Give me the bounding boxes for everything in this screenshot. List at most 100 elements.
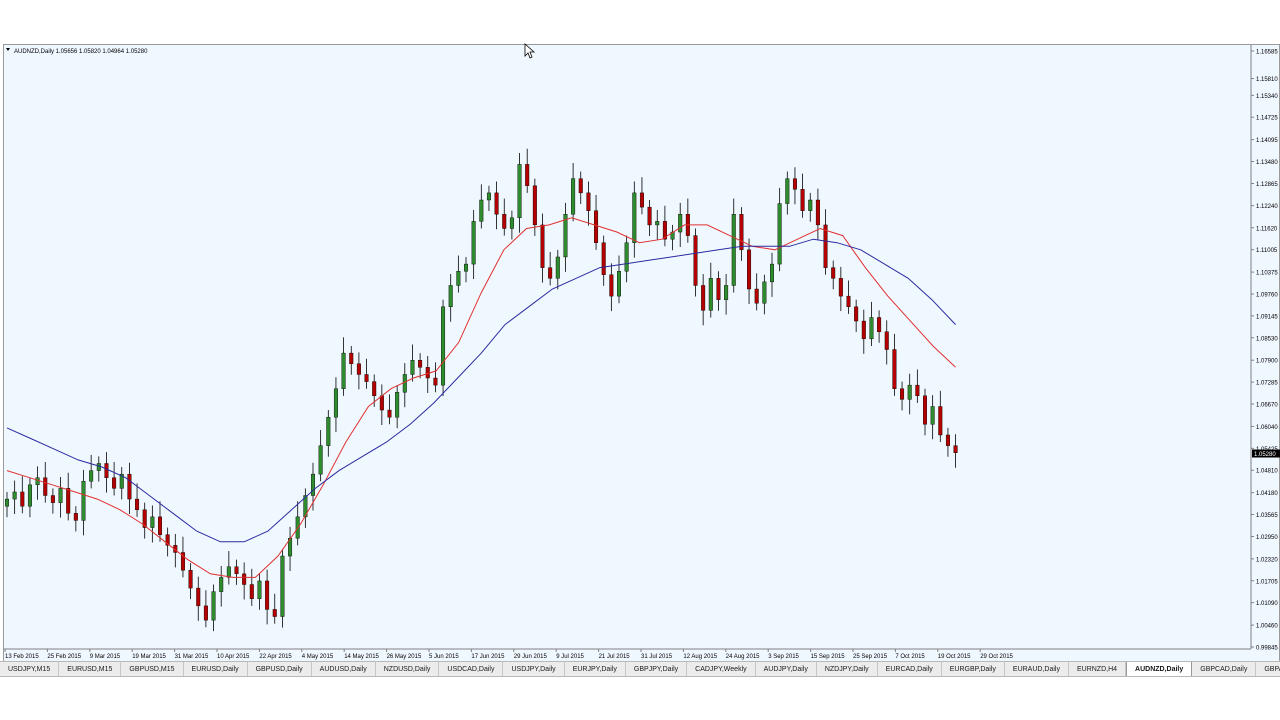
candle-body	[333, 388, 338, 418]
candle-body	[532, 185, 537, 226]
candle-body	[877, 317, 882, 332]
price-tick-label: 0.99845	[1256, 646, 1278, 652]
candle-body	[272, 609, 277, 617]
candle-body	[387, 409, 392, 418]
candle-body	[89, 470, 94, 482]
candle-body	[770, 263, 775, 283]
mouse-cursor-icon	[524, 43, 536, 59]
candle-body	[915, 384, 920, 397]
candle-body	[341, 352, 346, 389]
date-tick-label: 24 Aug 2015	[726, 654, 760, 660]
candle-body	[861, 320, 866, 340]
price-chart[interactable]: AUDNZD,Daily 1.05656 1.05820 1.04964 1.0…	[4, 45, 1280, 663]
candle-body	[448, 285, 453, 308]
tab-usdjpy-daily[interactable]: USDJPY,Daily	[503, 662, 565, 676]
candle-body	[12, 491, 17, 500]
candle-body	[73, 513, 78, 521]
candle-body	[135, 498, 140, 510]
price-tick-label: 1.10375	[1256, 271, 1278, 277]
tab-eurnzd-h4[interactable]: EURNZD,H4	[1069, 662, 1127, 676]
price-tick-label: 1.04810	[1256, 469, 1278, 475]
tab-gbpcad-daily[interactable]: GBPCAD,Daily	[1192, 662, 1257, 676]
candle-body	[471, 221, 476, 265]
price-tick-label: 1.07285	[1256, 381, 1278, 387]
candle-body	[869, 317, 874, 340]
tab-euraud-daily[interactable]: EURAUD,Daily	[1005, 662, 1069, 676]
date-tick-label: 9 Mar 2015	[90, 654, 121, 660]
candle-body	[617, 271, 622, 297]
tab-eurjpy-daily[interactable]: EURJPY,Daily	[565, 662, 626, 676]
candle-body	[349, 352, 354, 364]
date-tick-label: 26 May 2015	[387, 654, 422, 660]
tab-usdcad-daily[interactable]: USDCAD,Daily	[439, 662, 504, 676]
candle-body	[81, 481, 86, 521]
date-tick-label: 31 Jul 2015	[641, 654, 673, 660]
candle-body	[402, 374, 407, 393]
candle-body	[831, 267, 836, 279]
price-tick-label: 1.11005	[1256, 248, 1278, 254]
candle-body	[739, 214, 744, 251]
candle-body	[20, 491, 25, 507]
candle-body	[624, 242, 629, 272]
candle-body	[242, 573, 247, 585]
tab-audjpy-daily[interactable]: AUDJPY,Daily	[756, 662, 817, 676]
date-tick-label: 31 Mar 2015	[175, 654, 209, 660]
tab-eurusd-daily[interactable]: EURUSD,Daily	[184, 662, 248, 676]
candle-body	[525, 164, 530, 186]
tab-nzdjpy-daily[interactable]: NZDJPY,Daily	[817, 662, 878, 676]
candle-body	[456, 271, 461, 286]
candle-body	[157, 516, 162, 535]
candle-body	[701, 285, 706, 311]
tab-audusd-daily[interactable]: AUDUSD,Daily	[312, 662, 376, 676]
chart-window[interactable]: AUDNZD,Daily 1.05656 1.05820 1.04964 1.0…	[3, 44, 1280, 662]
tab-gbpusd-m15[interactable]: GBPUSD,M15	[121, 662, 184, 676]
tab-audnzd-daily[interactable]: AUDNZD,Daily	[1126, 662, 1193, 676]
candle-body	[647, 206, 652, 226]
date-tick-label: 3 Sep 2015	[768, 654, 799, 660]
candle-body	[540, 224, 545, 268]
tab-nzdusd-daily[interactable]: NZDUSD,Daily	[376, 662, 440, 676]
candle-body	[754, 288, 759, 304]
candle-body	[639, 192, 644, 208]
tab-gbpaud-daily[interactable]: GBPAUD,Daily	[1256, 662, 1280, 676]
tab-eurcad-daily[interactable]: EURCAD,Daily	[878, 662, 942, 676]
candle-body	[433, 377, 438, 386]
candle-body	[226, 566, 231, 578]
candle-body	[196, 587, 201, 607]
candle-body	[356, 363, 361, 375]
price-tick-label: 1.16585	[1256, 50, 1278, 56]
candle-body	[930, 406, 935, 425]
price-tick-label: 1.01705	[1256, 579, 1278, 585]
price-tick-label: 1.03565	[1256, 513, 1278, 519]
date-tick-label: 13 Feb 2015	[5, 654, 39, 660]
date-tick-label: 14 May 2015	[344, 654, 379, 660]
candle-body	[96, 463, 101, 471]
price-tick-label: 1.06670	[1256, 403, 1278, 409]
price-tick-label: 1.04180	[1256, 491, 1278, 497]
candle-body	[127, 473, 132, 500]
candle-body	[693, 235, 698, 286]
tab-eurusd-m15[interactable]: EURUSD,M15	[59, 662, 122, 676]
date-tick-label: 9 Jul 2015	[556, 654, 584, 660]
candle-body	[945, 434, 950, 446]
candle-body	[5, 498, 9, 507]
date-tick-label: 29 Jun 2015	[514, 654, 548, 660]
candle-body	[43, 477, 48, 496]
price-tick-label: 1.06040	[1256, 425, 1278, 431]
tab-usdjpy-m15[interactable]: USDJPY,M15	[0, 662, 60, 676]
tab-cadjpy-weekly[interactable]: CADJPY,Weekly	[687, 662, 756, 676]
price-tick-label: 1.08530	[1256, 336, 1278, 342]
tab-gbpusd-daily[interactable]: GBPUSD,Daily	[248, 662, 312, 676]
candle-body	[785, 178, 790, 204]
price-tick-label: 1.09145	[1256, 314, 1278, 320]
date-tick-label: 17 Jun 2015	[471, 654, 505, 660]
tab-eurgbp-daily[interactable]: EURGBP,Daily	[942, 662, 1005, 676]
candle-body	[372, 381, 377, 397]
candle-body	[280, 555, 285, 617]
candle-body	[203, 605, 208, 621]
candle-body	[900, 388, 905, 400]
price-tick-label: 1.02320	[1256, 557, 1278, 563]
price-tick-label: 1.01090	[1256, 601, 1278, 607]
tab-gbpjpy-daily[interactable]: GBPJPY,Daily	[626, 662, 688, 676]
date-tick-label: 7 Oct 2015	[895, 654, 925, 660]
